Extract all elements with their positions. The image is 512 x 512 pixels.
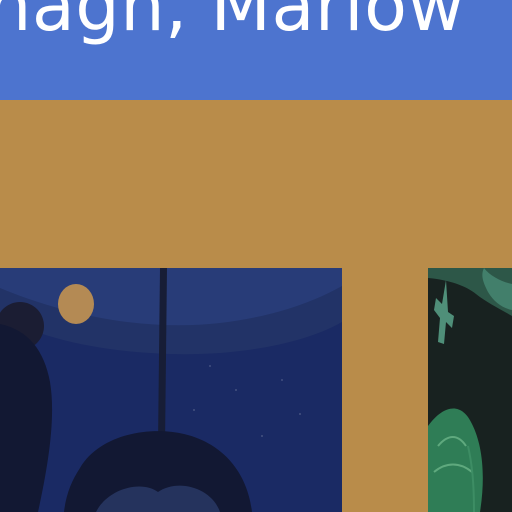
- story-thumbnail-forest[interactable]: [428, 268, 512, 512]
- page: nagh, Marlow: [0, 0, 512, 512]
- page-title: nagh, Marlow: [0, 0, 466, 47]
- story-thumbnail-night[interactable]: [0, 268, 342, 512]
- header-bar: nagh, Marlow: [0, 0, 512, 100]
- forest-illustration-icon: [428, 268, 512, 512]
- night-scene-illustration-icon: [0, 268, 342, 512]
